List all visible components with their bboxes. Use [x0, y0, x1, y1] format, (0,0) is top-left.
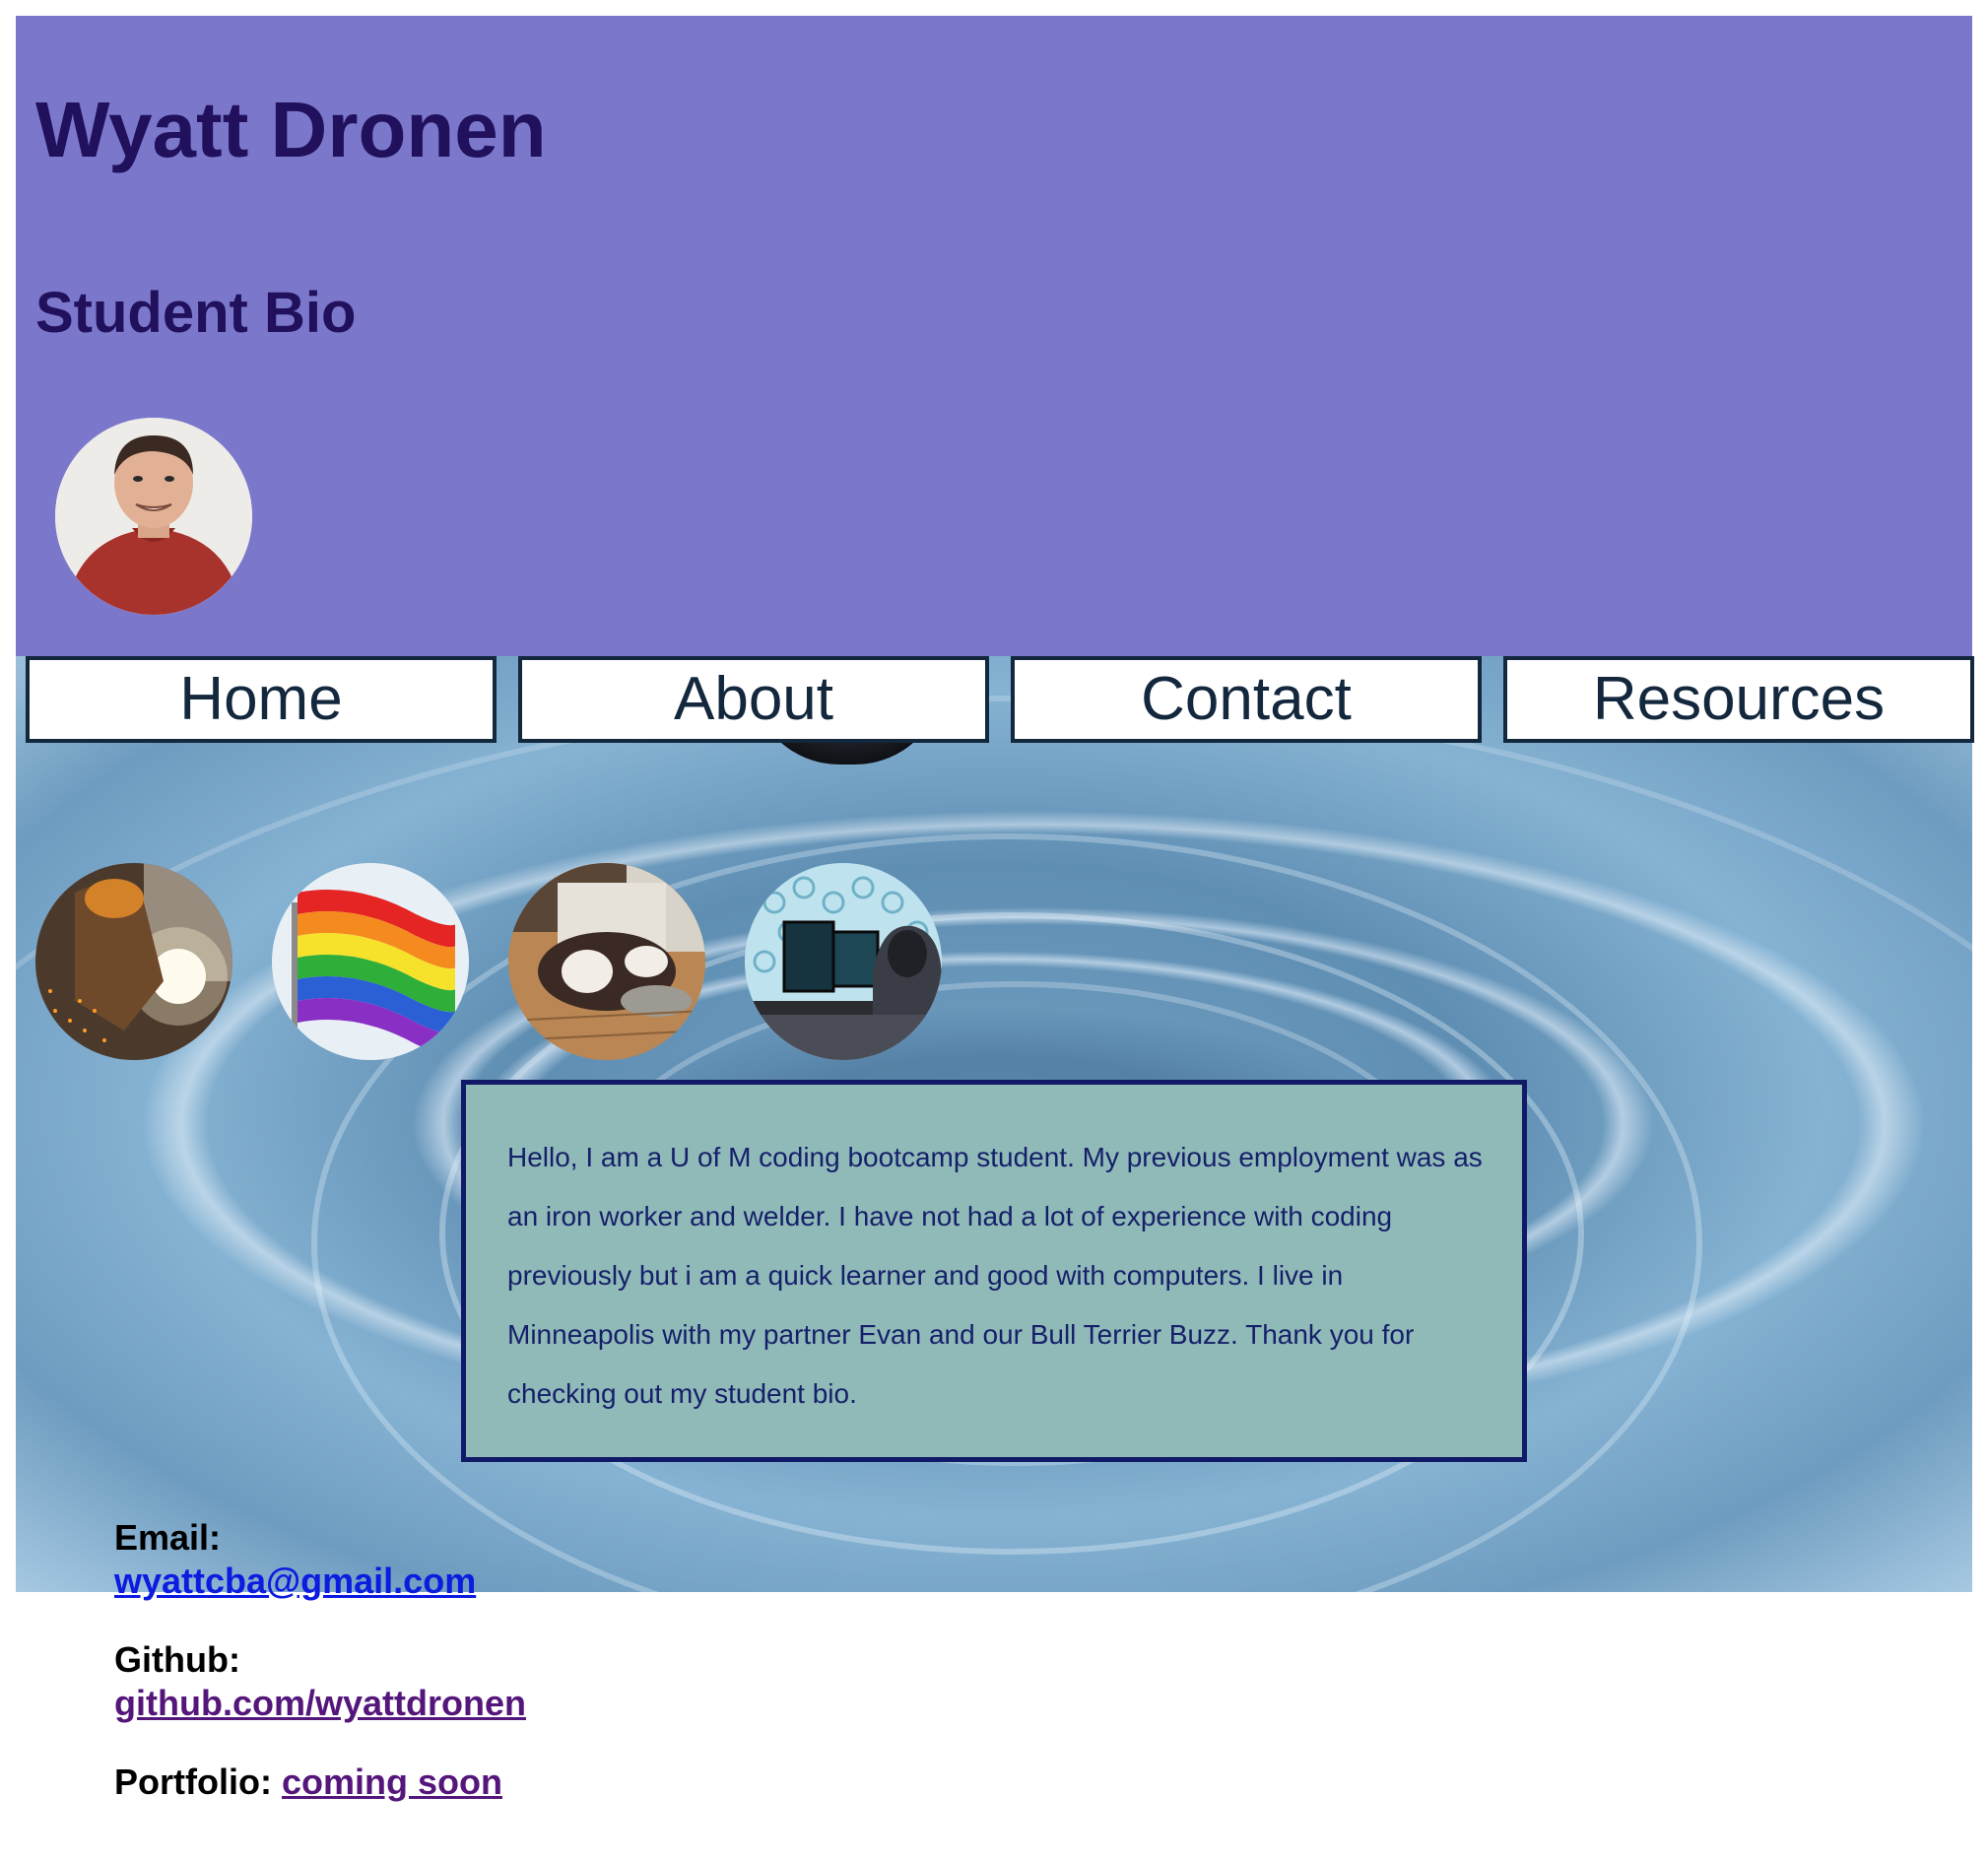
bio-box: Hello, I am a U of M coding bootcamp stu…	[461, 1080, 1527, 1462]
nav-home[interactable]: Home	[26, 656, 497, 743]
email-link[interactable]: wyattcba@gmail.com	[114, 1561, 476, 1602]
nav-contact[interactable]: Contact	[1011, 656, 1482, 743]
profile-photo-icon	[55, 418, 252, 615]
email-label: Email:	[114, 1517, 222, 1558]
bull-terrier-dog-icon	[508, 863, 705, 1060]
nav-resources[interactable]: Resources	[1503, 656, 1974, 743]
page-title: Wyatt Dronen	[35, 86, 547, 173]
bio-text: Hello, I am a U of M coding bootcamp stu…	[507, 1142, 1483, 1409]
header: Wyatt Dronen Student Bio	[16, 16, 1972, 656]
portfolio-row: Portfolio: coming soon	[114, 1762, 502, 1803]
rainbow-flag-icon	[272, 863, 469, 1060]
avatar	[55, 418, 252, 615]
portfolio-link[interactable]: coming soon	[282, 1762, 502, 1802]
page: Wyatt Dronen Student Bio Home About Cont…	[0, 0, 1988, 1862]
welder-photo-icon	[35, 863, 232, 1060]
main-nav: Home About Contact Resources	[16, 656, 1988, 743]
nav-about[interactable]: About	[518, 656, 989, 743]
hacker-computer-icon	[745, 863, 942, 1060]
page-subtitle: Student Bio	[35, 281, 357, 345]
github-link[interactable]: github.com/wyattdronen	[114, 1683, 526, 1724]
github-label: Github:	[114, 1639, 240, 1680]
portfolio-label: Portfolio:	[114, 1762, 282, 1802]
